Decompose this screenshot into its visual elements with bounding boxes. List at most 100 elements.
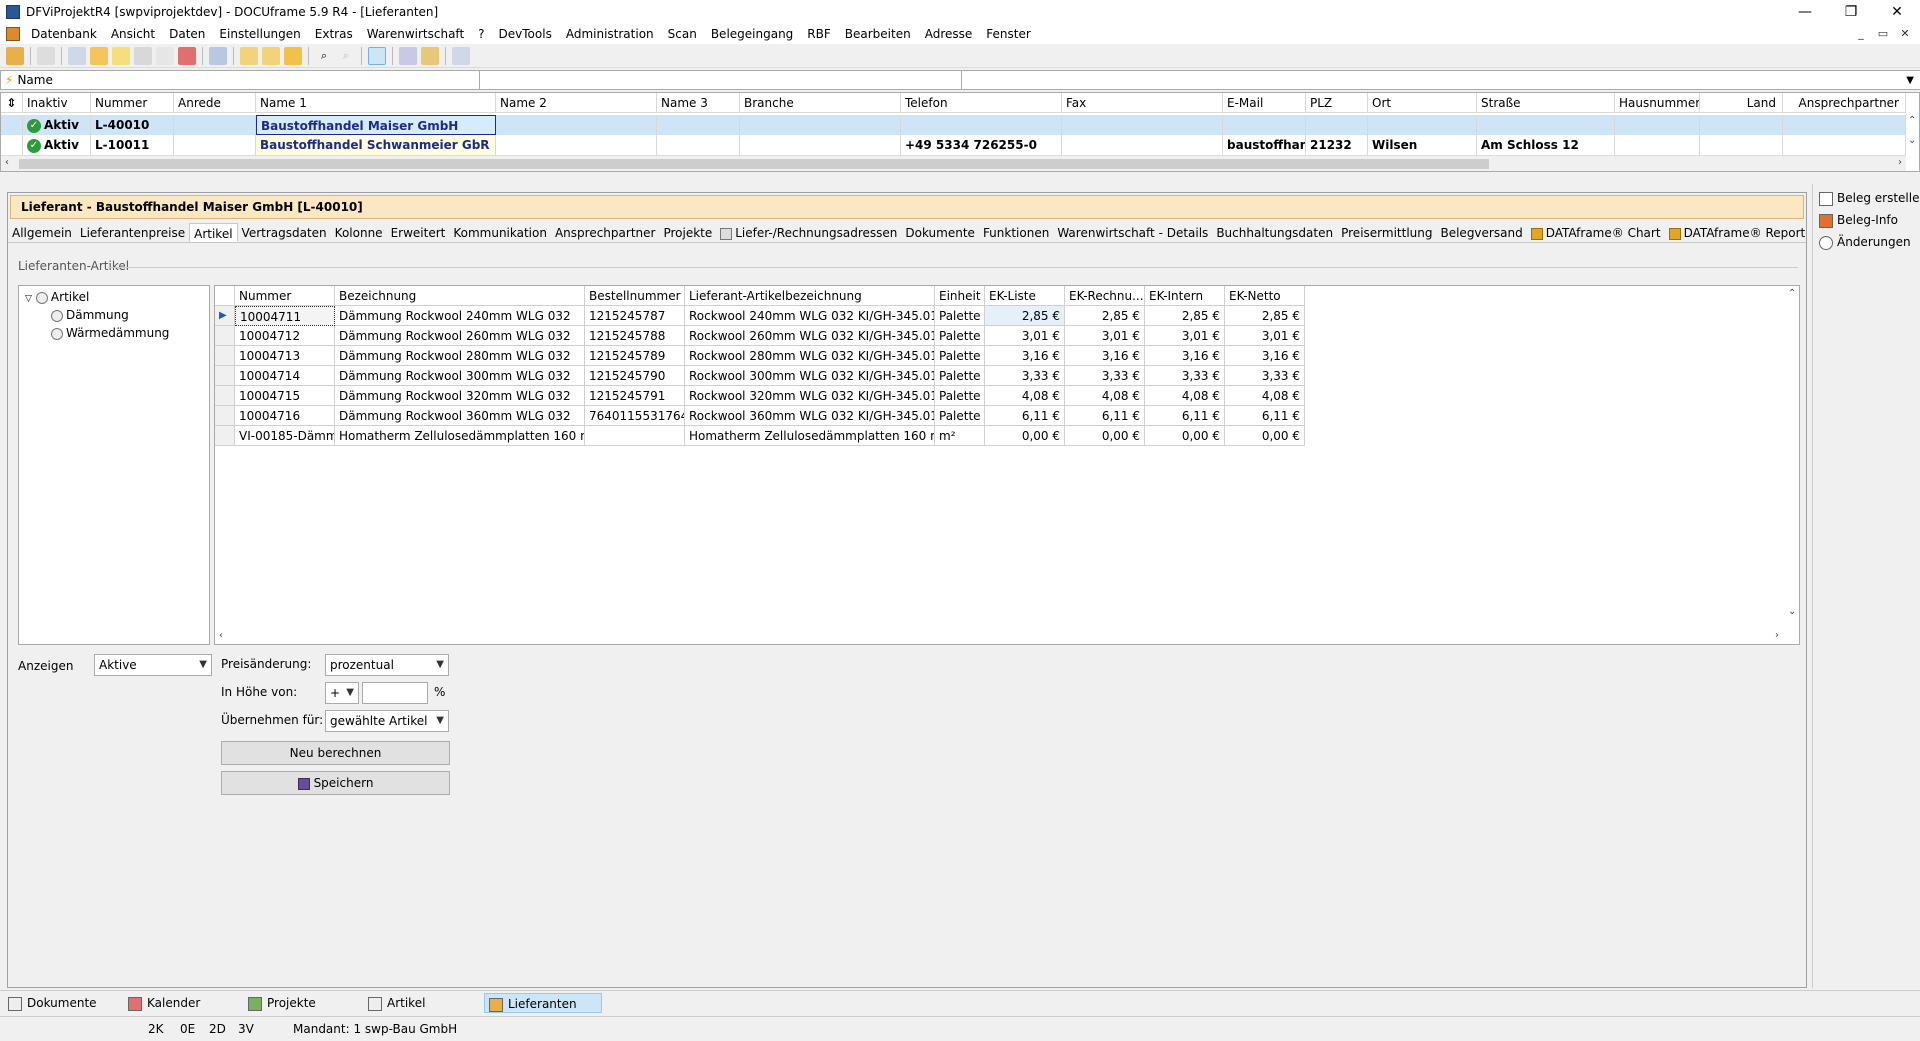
vertical-scrollbar[interactable]: ⌃ ⌄ [1785,286,1799,626]
column-header[interactable]: Ansprechpartner [1783,93,1906,113]
current-row-indicator-icon[interactable]: ▶ [215,306,235,326]
column-header[interactable]: Bezeichnung [335,286,585,306]
row-header[interactable] [215,386,235,406]
unit-cell[interactable]: Palette [935,406,985,426]
article-description-cell[interactable]: Dämmung Rockwool 300mm WLG 032 [335,366,585,386]
row-header[interactable] [215,426,235,446]
column-header[interactable]: EK-Netto [1225,286,1305,306]
menu-rbf[interactable]: RBF [800,24,837,44]
uebernehmen-select[interactable]: gewählte Artikel ▼ [325,710,449,732]
name1-cell[interactable]: Baustoffhandel Schwanmeier GbR [256,135,496,155]
filter-cell-left[interactable] [0,71,480,89]
ek-netto-cell[interactable]: 3,16 € [1225,346,1305,366]
window-icon[interactable] [452,46,470,65]
menu-ansicht[interactable]: Ansicht [104,24,162,44]
supplier-description-cell[interactable]: Rockwool 360mm WLG 032 KI/GH-345.01 [685,406,935,426]
table-row[interactable]: ✓ Aktiv L-10011 Baustoffhandel Schwanmeie… [1,135,1906,155]
tree-node-waermedaemmung[interactable]: Wärmedämmung [51,324,169,342]
changes-button[interactable]: Änderungen [1819,232,1911,252]
module-artikel[interactable]: Artikel [364,993,480,1013]
vertical-scrollbar[interactable]: ⌃ ⌄ [1905,115,1919,155]
tab-belegversand[interactable]: Belegversand [1436,223,1526,242]
article-number-cell[interactable]: 10004714 [235,366,335,386]
column-header[interactable]: Land [1700,93,1783,113]
unit-cell[interactable]: Palette [935,386,985,406]
menu-administration[interactable]: Administration [559,24,661,44]
menu-devtools[interactable]: DevTools [492,24,559,44]
tab-projekte[interactable]: Projekte [659,223,716,242]
print-icon[interactable] [37,46,55,65]
supplier-description-cell[interactable]: Rockwool 280mm WLG 032 KI/GH-345.01 [685,346,935,366]
supplier-description-cell[interactable]: Rockwool 260mm WLG 032 KI/GH-345.01 [685,326,935,346]
chevron-down-icon[interactable]: ▼ [1906,75,1914,86]
menu-datenbank[interactable]: Datenbank [24,24,104,44]
ek-netto-cell[interactable]: 2,85 € [1225,306,1305,326]
tab-preisermittlung[interactable]: Preisermittlung [1337,223,1436,242]
unit-cell[interactable]: Palette [935,346,985,366]
article-number-cell[interactable]: VI-00185-Dämm [235,426,335,446]
phone-icon[interactable] [209,46,227,65]
ek-netto-cell[interactable]: 4,08 € [1225,386,1305,406]
chevron-down-icon[interactable]: ▽ [25,294,32,304]
menu-adresse[interactable]: Adresse [918,24,980,44]
order-number-cell[interactable] [585,426,685,446]
ek-rechnung-cell[interactable]: 3,33 € [1065,366,1145,386]
ek-intern-cell[interactable]: 4,08 € [1145,386,1225,406]
tab-vertragsdaten[interactable]: Vertragsdaten [238,223,331,242]
row-header[interactable] [215,346,235,366]
unit-cell[interactable]: m² [935,426,985,446]
menu-bearbeiten[interactable]: Bearbeiten [838,24,918,44]
column-header[interactable]: Name 2 [496,93,657,113]
ek-liste-cell[interactable]: 2,85 € [985,306,1065,326]
preisaenderung-select[interactable]: prozentual ▼ [325,654,449,676]
ek-netto-cell[interactable]: 3,01 € [1225,326,1305,346]
note-icon[interactable] [112,46,130,65]
ek-rechnung-cell[interactable]: 3,01 € [1065,326,1145,346]
ek-rechnung-cell[interactable]: 3,16 € [1065,346,1145,366]
column-header[interactable]: Ort [1368,93,1477,113]
filter-cell-mid[interactable] [480,71,962,89]
column-header[interactable]: EK-Intern [1145,286,1225,306]
sign-select[interactable]: + ▼ [325,682,359,704]
menu-app-icon[interactable] [6,27,20,41]
article-description-cell[interactable]: Dämmung Rockwool 240mm WLG 032 [335,306,585,326]
menu-scan[interactable]: Scan [661,24,704,44]
ek-rechnung-cell[interactable]: 0,00 € [1065,426,1145,446]
article-description-cell[interactable]: Dämmung Rockwool 260mm WLG 032 [335,326,585,346]
scroll-right-icon[interactable]: › [1775,630,1779,641]
folder-new-icon[interactable] [240,46,258,65]
ek-liste-cell[interactable]: 4,08 € [985,386,1065,406]
column-header[interactable]: Telefon [901,93,1062,113]
article-number-cell[interactable]: 10004713 [235,346,335,366]
tab-dokumente[interactable]: Dokumente [901,223,979,242]
column-header[interactable]: EK-Liste [985,286,1065,306]
ek-intern-cell[interactable]: 3,16 € [1145,346,1225,366]
folder-export-icon[interactable] [284,46,302,65]
column-header[interactable]: Straße [1477,93,1615,113]
article-number-cell[interactable]: 10004715 [235,386,335,406]
horizontal-scrollbar[interactable]: ‹ › [1,155,1906,171]
tab-report[interactable]: DATAframe® Report [1665,223,1810,242]
supplier-description-cell[interactable]: Rockwool 240mm WLG 032 KI/GH-345.01 [685,306,935,326]
folder-open-icon[interactable] [262,46,280,65]
scroll-down-icon[interactable]: ⌄ [1788,606,1796,617]
horizontal-scrollbar[interactable]: ‹ › [215,630,1799,644]
supplier-description-cell[interactable]: Rockwool 300mm WLG 032 KI/GH-345.01 [685,366,935,386]
row-header[interactable] [215,406,235,426]
article-description-cell[interactable]: Homatherm Zellulosedämmplatten 160 mm [335,426,585,446]
ek-liste-cell[interactable]: 3,33 € [985,366,1065,386]
column-header[interactable]: Name 1 [256,93,496,113]
scroll-left-icon[interactable]: ‹ [219,630,223,641]
order-number-cell[interactable]: 1215245787 [585,306,685,326]
ek-liste-cell[interactable]: 0,00 € [985,426,1065,446]
create-document-button[interactable]: Beleg erstellen [1819,188,1920,208]
mdi-close-icon[interactable]: ✕ [1894,24,1916,44]
row-header[interactable] [1,135,23,155]
order-number-cell[interactable]: 1215245789 [585,346,685,366]
menu-warenwirtschaft[interactable]: Warenwirtschaft [360,24,471,44]
tab-ansprechpartner[interactable]: Ansprechpartner [551,223,659,242]
recalculate-button[interactable]: Neu berechnen [221,741,450,765]
column-header[interactable]: PLZ [1306,93,1368,113]
column-header[interactable]: Anrede [174,93,256,113]
module-projekte[interactable]: Projekte [244,993,360,1013]
